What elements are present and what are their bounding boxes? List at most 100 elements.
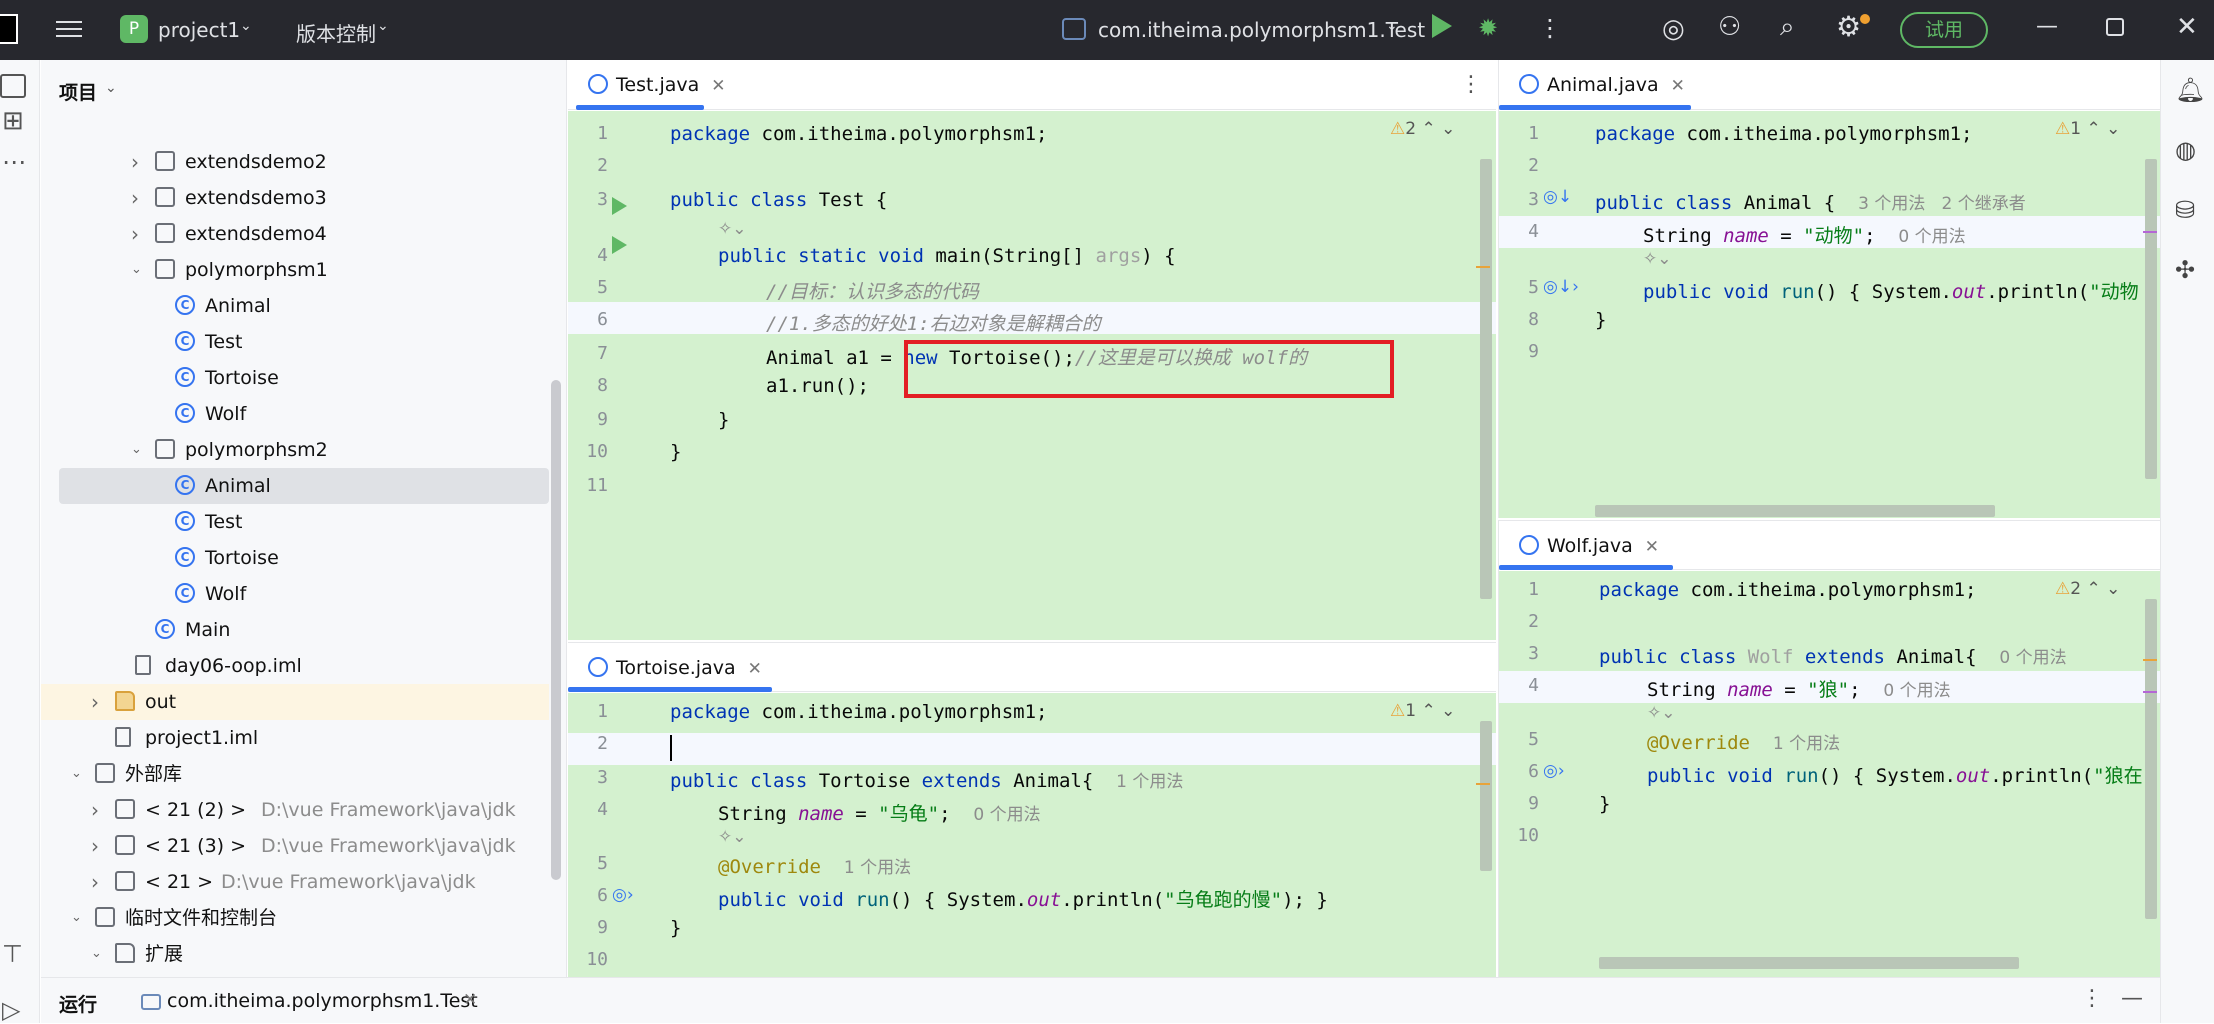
vcs-menu[interactable]: 版本控制 [296,18,376,47]
tree-item[interactable]: ⌄ polymorphsm1 [41,252,549,288]
tree-item[interactable]: › out [41,684,549,720]
chevron-right-icon[interactable]: › [91,684,99,720]
run-gutter-icon[interactable] [612,197,627,215]
chevron-down-icon[interactable]: ⌄ [71,900,82,936]
ai-suggest-icon[interactable]: ✧⌄ [718,827,747,847]
tree-item[interactable]: › extendsdemo4 [41,216,549,252]
close-icon[interactable]: ✕ [1645,537,1659,557]
tree-item[interactable]: C Test [41,324,549,360]
inspection-widget[interactable]: ⚠1 ⌃ ⌄ [2055,119,2120,139]
scrollbar[interactable] [1599,957,2019,969]
maximize-icon[interactable] [2106,18,2124,36]
run-gutter-icon[interactable] [612,236,627,254]
tab-run[interactable]: 运行 [59,990,97,1017]
ai-suggest-icon[interactable]: ✧⌄ [1643,249,1672,269]
chevron-down-icon[interactable]: ⌄ [91,936,102,972]
scrollbar[interactable] [1480,159,1492,599]
code-editor[interactable]: ⚠1 ⌃ ⌄ 1 2 3 4 5 6 9 10 package com.itheima.pol… [568,693,1496,977]
tree-item[interactable]: › extendsdemo2 [41,144,549,180]
scrollbar[interactable] [2145,599,2157,919]
add-user-icon[interactable]: ⚇ [1718,12,1741,42]
scrollbar[interactable] [1480,721,1492,871]
implemented-gutter-icon[interactable]: ◎↓ [1543,187,1572,207]
chevron-down-icon[interactable]: ⌄ [105,80,117,96]
terminal-icon[interactable]: ⊤ [2,940,23,968]
tree-item[interactable]: › extendsdemo3 [41,180,549,216]
close-icon[interactable]: ✕ [2176,12,2198,42]
gear-icon[interactable]: ⚙ [1836,10,1861,43]
tree-item[interactable]: C Wolf [41,396,549,432]
close-icon[interactable]: ✕ [1671,76,1685,96]
chevron-right-icon[interactable]: › [91,864,99,900]
tree-item[interactable]: ⌄ 扩展 [41,936,549,972]
project-name[interactable]: project1 [158,18,240,42]
tree-item[interactable]: ⌄ 临时文件和控制台 [41,900,549,936]
code-editor[interactable]: ⚠1 ⌃ ⌄ 1 2 3 4 5 8 9 ◎↓ package com.itheima.po… [1499,111,2160,518]
tree-item[interactable]: C Animal [41,288,549,324]
minimize-icon[interactable]: — [2036,14,2058,39]
code-editor[interactable]: ⚠2 ⌃ ⌄ 1 2 3 4 5 6 9 10 package com.itheima.pol… [1499,571,2160,977]
database-icon[interactable]: ⛁ [2175,196,2195,224]
warning-marker[interactable] [2143,659,2157,661]
chevron-down-icon[interactable]: ⌄ [377,18,389,34]
tree-item[interactable]: C Test [41,504,549,540]
chevron-right-icon[interactable]: › [91,792,99,828]
ai-suggest-icon[interactable]: ✧⌄ [1647,703,1676,723]
tree-item[interactable]: ⌄ polymorphsm2 [41,432,549,468]
change-marker[interactable] [2143,691,2157,693]
chevron-down-icon[interactable]: ⌄ [71,756,82,792]
tab-test-java[interactable]: Test.java ✕ [588,60,726,110]
tree-item[interactable]: C Wolf [41,576,549,612]
structure-tool-icon[interactable]: ⊞ [2,106,24,136]
close-icon[interactable]: ✕ [463,990,477,1010]
tree-item[interactable]: C Tortoise [41,540,549,576]
minimize-icon[interactable]: — [2121,986,2143,1011]
warning-marker[interactable] [1476,783,1490,785]
inspection-widget[interactable]: ⚠2 ⌃ ⌄ [1390,119,1455,139]
tree-item[interactable]: › < 21 > D:\vue Framework\java\jdk [41,864,549,900]
override-gutter-icon[interactable]: ◎› [612,885,634,905]
tree-item[interactable]: day06-oop.iml [41,648,549,684]
implemented-gutter-icon[interactable]: ◎↓› [1543,277,1579,297]
tree-item[interactable]: › < 21 (3) > D:\vue Framework\java\jdk [41,828,549,864]
tab-tortoise-java[interactable]: Tortoise.java ✕ [588,643,762,693]
search-icon[interactable]: ⌕ [1780,12,1795,43]
warning-marker[interactable] [1476,266,1490,268]
notifications-icon[interactable]: 🔔︎ [2175,76,2205,104]
chevron-down-icon[interactable]: ⌄ [1386,18,1398,34]
tree-item[interactable]: C Animal [59,468,549,504]
ai-assistant-icon[interactable]: ◎ [1662,14,1685,44]
inspection-widget[interactable]: ⚠1 ⌃ ⌄ [1390,701,1455,721]
run-tool-icon[interactable]: ▷ [2,996,20,1024]
chevron-down-icon[interactable]: ⌄ [131,252,142,288]
chevron-down-icon[interactable]: ⌄ [131,432,142,468]
close-icon[interactable]: ✕ [748,659,762,679]
tree-item[interactable]: ⌄ 外部库 [41,756,549,792]
tree-item[interactable]: C Main [41,612,549,648]
run-config-tab[interactable]: com.itheima.polymorphsm1.Test [167,990,478,1012]
override-gutter-icon[interactable]: ◎› [1543,761,1565,781]
project-badge[interactable]: P [120,15,148,43]
run-icon[interactable] [1432,14,1452,38]
close-icon[interactable]: ✕ [711,76,725,96]
tab-wolf-java[interactable]: Wolf.java ✕ [1519,521,1659,571]
chevron-right-icon[interactable]: › [131,216,139,252]
change-marker[interactable] [2143,231,2157,233]
tree-item[interactable]: C Tortoise [41,360,549,396]
ai-chat-icon[interactable]: ◍ [2175,136,2196,164]
project-panel-title[interactable]: 项目 [59,78,97,105]
more-actions-icon[interactable]: ⋮ [2081,986,2103,1011]
chevron-down-icon[interactable]: ⌄ [240,18,252,34]
tab-animal-java[interactable]: Animal.java ✕ [1519,60,1685,110]
tree-item[interactable]: project1.iml [41,720,549,756]
tree-item[interactable]: › < 21 (2) > D:\vue Framework\java\jdk [41,792,549,828]
inspection-widget[interactable]: ⚠2 ⌃ ⌄ [2055,579,2120,599]
scrollbar[interactable] [551,380,561,880]
more-actions-icon[interactable]: ⋮ [1460,72,1482,97]
main-menu-icon[interactable] [56,16,82,42]
chevron-right-icon[interactable]: › [131,180,139,216]
more-tools-icon[interactable]: ⋯ [2,148,26,176]
project-tool-icon[interactable] [0,74,26,98]
scrollbar[interactable] [2145,159,2157,479]
scrollbar[interactable] [1595,505,1995,517]
